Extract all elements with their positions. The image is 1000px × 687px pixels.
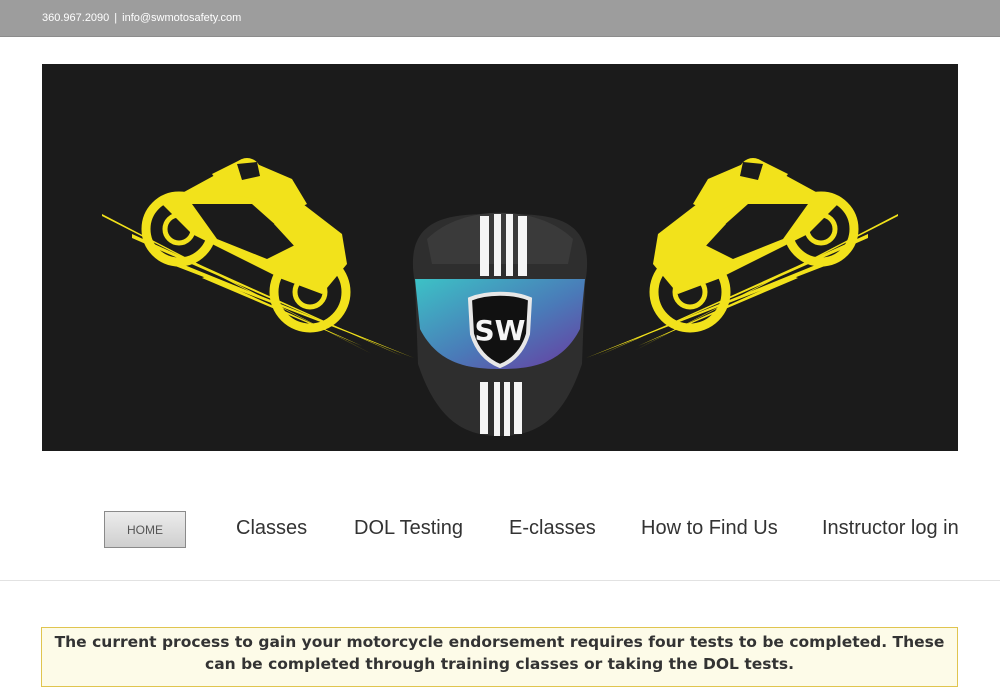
top-bar: 360.967.2090 | info@swmotosafety.com xyxy=(0,0,1000,37)
logo-image: SW xyxy=(42,64,958,436)
helmet-graphic: SW xyxy=(412,212,588,436)
email-link[interactable]: info@swmotosafety.com xyxy=(122,12,241,24)
header-banner[interactable]: SW xyxy=(42,64,958,451)
nav-item-how-to-find-us[interactable]: How to Find Us xyxy=(641,517,778,540)
section-divider xyxy=(0,580,1000,581)
notice-box: The current process to gain your motorcy… xyxy=(41,627,958,687)
main-navigation: HOME Classes DOL Testing E-classes How t… xyxy=(0,500,1000,560)
nav-item-instructor-login[interactable]: Instructor log in xyxy=(822,517,959,540)
phone-number[interactable]: 360.967.2090 xyxy=(42,12,109,24)
nav-item-classes[interactable]: Classes xyxy=(236,517,307,540)
notice-text: The current process to gain your motorcy… xyxy=(54,633,945,673)
nav-item-e-classes[interactable]: E-classes xyxy=(509,517,596,540)
nav-home-button[interactable]: HOME xyxy=(104,511,186,548)
contact-info: 360.967.2090 | info@swmotosafety.com xyxy=(42,12,241,24)
logo-text: SW xyxy=(474,314,525,347)
contact-separator: | xyxy=(114,12,118,24)
nav-item-dol-testing[interactable]: DOL Testing xyxy=(354,517,463,540)
